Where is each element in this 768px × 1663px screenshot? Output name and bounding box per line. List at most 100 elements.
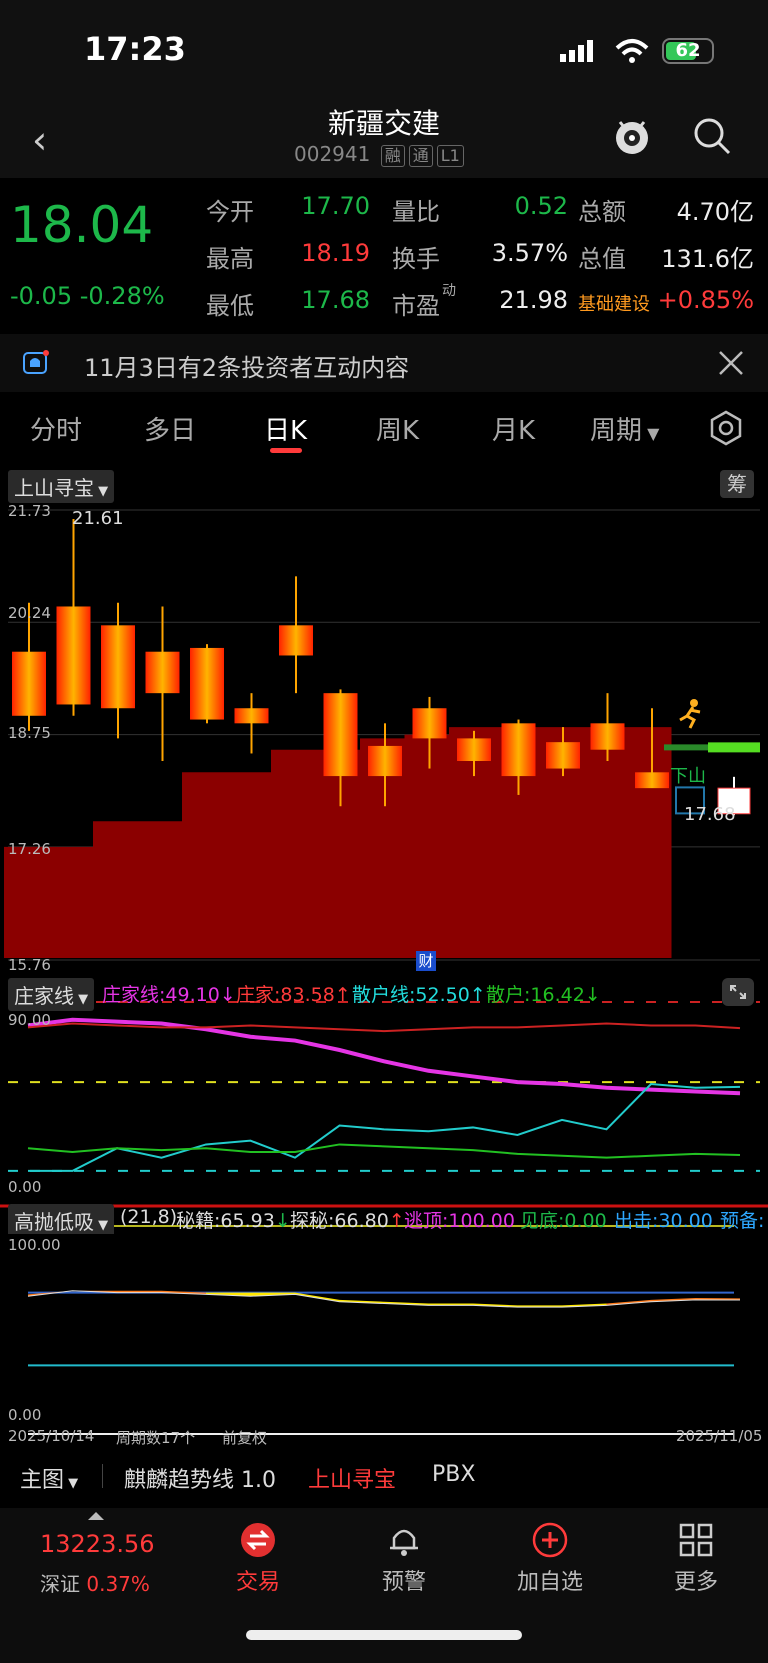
tab-add-watchlist[interactable]: 加自选 <box>510 1522 590 1596</box>
expand-icon[interactable] <box>722 978 754 1006</box>
candle-body <box>501 723 536 777</box>
active-tab-indicator <box>270 448 302 453</box>
sub1-selector[interactable]: 庄家线 ▼ <box>8 978 95 1011</box>
end-date: 2025/11/05 <box>676 1427 763 1445</box>
quote-label: 市盈 <box>392 292 440 320</box>
sub2-y-bottom: 0.00 <box>8 1406 42 1424</box>
wifi-icon <box>615 39 649 63</box>
sub2-selector[interactable]: 高抛低吸 ▼ <box>8 1204 115 1234</box>
quote-label: 量比 <box>392 198 440 226</box>
legend-name: 出击 <box>614 1210 653 1232</box>
indicator-tab-shangshan[interactable]: 上山寻宝 <box>308 1462 396 1494</box>
kline-charts[interactable] <box>0 462 768 1452</box>
change-percent: -0.28% <box>79 282 165 310</box>
settings-hexagon-icon[interactable] <box>708 410 744 446</box>
quote-label-sup: 动 <box>442 283 456 299</box>
tab-more-label: 更多 <box>673 1570 718 1595</box>
price-change: -0.05 -0.28% <box>10 282 165 310</box>
main-indicator-label: 上山寻宝 <box>14 476 94 500</box>
legend-name: 预备 <box>720 1210 759 1232</box>
candle-body <box>234 708 269 724</box>
legend-yubei: 预备: <box>720 1210 765 1232</box>
y-tick-1: 21.73 <box>8 502 51 520</box>
indicator-tab-pbx[interactable]: PBX <box>432 1462 475 1487</box>
tab-add-watchlist-label: 加自选 <box>516 1570 583 1595</box>
search-icon[interactable] <box>692 116 732 156</box>
sub2-y-top: 100.00 <box>8 1236 61 1254</box>
tag-margin: 融 <box>380 145 405 167</box>
series-line <box>27 1022 741 1033</box>
sub1-y-top: 90.00 <box>8 1011 51 1029</box>
tag-connect: 通 <box>408 145 433 167</box>
quote-value: 17.68 <box>301 286 370 314</box>
sub-indicator-1-header: 庄家线 ▼ 庄家线:49.10↓ 庄家:83.58↑ 散户线:52.50↑ 散户… <box>0 974 768 1011</box>
y-tick-5: 15.76 <box>8 956 51 974</box>
quote-label: 总值 <box>578 245 626 273</box>
quote-value: 21.98 <box>499 286 568 314</box>
legend-name: 探秘 <box>290 1210 329 1232</box>
tag-level: L1 <box>436 145 464 167</box>
tab-multi-day[interactable]: 多日 <box>144 410 196 447</box>
legend-value: 52.50 <box>415 984 470 1006</box>
tab-intraday[interactable]: 分时 <box>30 410 82 447</box>
main-chart-selector[interactable]: 主图 ▼ <box>20 1462 78 1494</box>
tab-alert[interactable]: 预警 <box>364 1522 444 1596</box>
notice-text: 11月3日有2条投资者互动内容 <box>84 354 410 382</box>
quote-label: 最高 <box>206 245 254 273</box>
tab-more[interactable]: 更多 <box>656 1522 736 1596</box>
cellular-signal-icon <box>560 40 593 62</box>
legend-sanhuxian: 散户线:52.50↑ <box>352 984 486 1006</box>
down-mountain-label: 下山 <box>670 766 706 787</box>
main-indicator-selector[interactable]: 上山寻宝 ▼ <box>8 470 115 503</box>
high-price-label: 21.61 <box>72 508 124 529</box>
legend-zhuangjiaxian: 庄家线:49.10↓ <box>102 984 236 1006</box>
chevron-up-icon <box>88 1512 104 1520</box>
quote-value: 3.57% <box>491 239 568 267</box>
quote-value: 18.19 <box>301 239 370 267</box>
chevron-down-icon: ▼ <box>94 1218 109 1233</box>
period-tabs: 分时 多日 日K 周K 月K 周期 ▼ <box>0 396 768 460</box>
tab-trade-label: 交易 <box>235 1570 280 1595</box>
candle-body <box>323 693 358 777</box>
series-line <box>28 1082 741 1172</box>
y-tick-3: 18.75 <box>8 724 51 742</box>
tab-period[interactable]: 周期 ▼ <box>590 410 659 447</box>
legend-value: 49.10 <box>165 984 220 1006</box>
candle-body <box>279 625 313 656</box>
legend-name: 秘籍 <box>176 1210 215 1232</box>
stock-code-row: 002941 融通 L1 <box>294 142 464 167</box>
legend-sanhu: 散户:16.42↓ <box>486 984 601 1006</box>
status-time: 17:23 <box>84 30 186 68</box>
tab-daily-k[interactable]: 日K <box>264 410 307 447</box>
low-price-label: 17.68 <box>684 804 736 825</box>
tab-weekly-k[interactable]: 周K <box>376 410 419 447</box>
candle-body <box>412 708 447 739</box>
legend-name: 庄家线 <box>102 984 160 1006</box>
tab-trade[interactable]: 交易 <box>218 1522 298 1596</box>
chip-distribution-button[interactable]: 筹 <box>720 470 754 498</box>
assistant-robot-icon[interactable] <box>610 114 654 158</box>
index-value[interactable]: 13223.56 <box>40 1530 155 1558</box>
indicator-tab-bar: 主图 ▼ 麒麟趋势线 1.0 上山寻宝 PBX <box>0 1452 768 1498</box>
price-adjust: 前复权 <box>222 1429 268 1447</box>
index-summary[interactable]: 深证 0.37% <box>40 1568 150 1597</box>
close-icon[interactable] <box>718 350 744 376</box>
finance-event-marker[interactable]: 财 <box>416 951 436 971</box>
legend-name: 庄家 <box>236 984 275 1006</box>
legend-value: 16.42 <box>530 984 585 1006</box>
candle-body <box>190 647 224 720</box>
quote-value: +0.85% <box>657 286 754 314</box>
y-tick-4: 17.26 <box>8 840 51 858</box>
tab-monthly-k[interactable]: 月K <box>492 410 535 447</box>
quote-label: 基础建设 <box>578 294 650 315</box>
legend-value: 30.00 <box>658 1210 713 1232</box>
battery-icon: 62 <box>662 38 714 64</box>
home-indicator <box>246 1630 522 1640</box>
notice-bar[interactable]: 11月3日有2条投资者互动内容 <box>0 334 768 392</box>
legend-tanmi: 探秘:66.80↑ <box>290 1210 405 1232</box>
legend-name: 逃顶 <box>404 1210 443 1232</box>
divider <box>102 1464 103 1488</box>
quote-label: 总额 <box>578 198 626 226</box>
start-date: 2025/10/14 <box>8 1427 95 1445</box>
indicator-tab-qilin[interactable]: 麒麟趋势线 1.0 <box>124 1462 276 1494</box>
